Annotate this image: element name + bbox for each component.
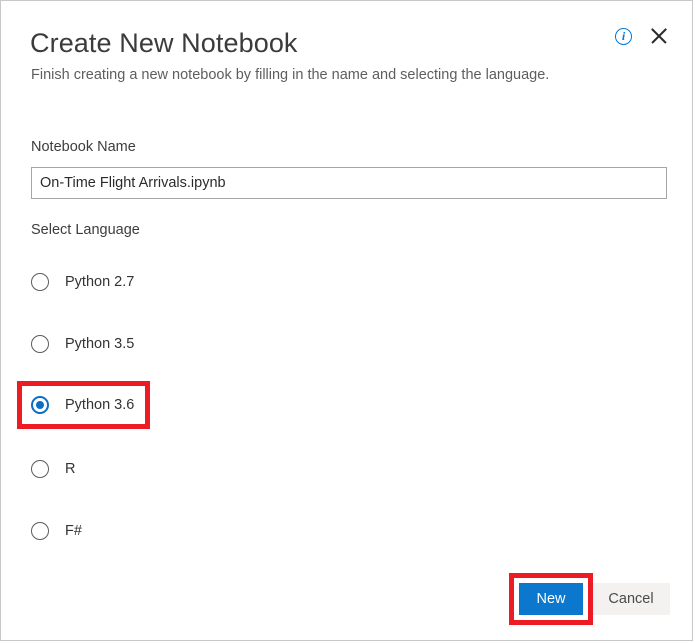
radio-option-f-sharp[interactable]: F# xyxy=(31,519,82,543)
radio-mark-icon xyxy=(31,460,49,478)
notebook-name-input[interactable] xyxy=(31,167,667,199)
radio-label: R xyxy=(65,461,75,477)
select-language-label: Select Language xyxy=(31,222,140,238)
notebook-name-label: Notebook Name xyxy=(31,139,136,155)
radio-mark-selected-icon xyxy=(31,396,49,414)
radio-mark-icon xyxy=(31,522,49,540)
page-title: Create New Notebook xyxy=(30,28,298,59)
info-icon[interactable]: i xyxy=(615,28,632,45)
radio-option-r[interactable]: R xyxy=(31,457,75,481)
close-icon[interactable] xyxy=(648,25,670,47)
radio-label: Python 3.5 xyxy=(65,336,134,352)
radio-mark-icon xyxy=(31,273,49,291)
new-button[interactable]: New xyxy=(519,583,583,615)
create-new-notebook-dialog: i Create New Notebook Finish creating a … xyxy=(0,0,693,641)
radio-option-python-3-6[interactable]: Python 3.6 xyxy=(31,393,134,417)
cancel-button[interactable]: Cancel xyxy=(592,583,670,615)
radio-mark-icon xyxy=(31,335,49,353)
radio-label: F# xyxy=(65,523,82,539)
radio-option-python-3-5[interactable]: Python 3.5 xyxy=(31,332,134,356)
radio-option-python-2-7[interactable]: Python 2.7 xyxy=(31,270,134,294)
dialog-header-icons: i xyxy=(615,25,670,47)
page-subtitle: Finish creating a new notebook by fillin… xyxy=(31,67,549,83)
radio-label: Python 2.7 xyxy=(65,274,134,290)
radio-label: Python 3.6 xyxy=(65,397,134,413)
